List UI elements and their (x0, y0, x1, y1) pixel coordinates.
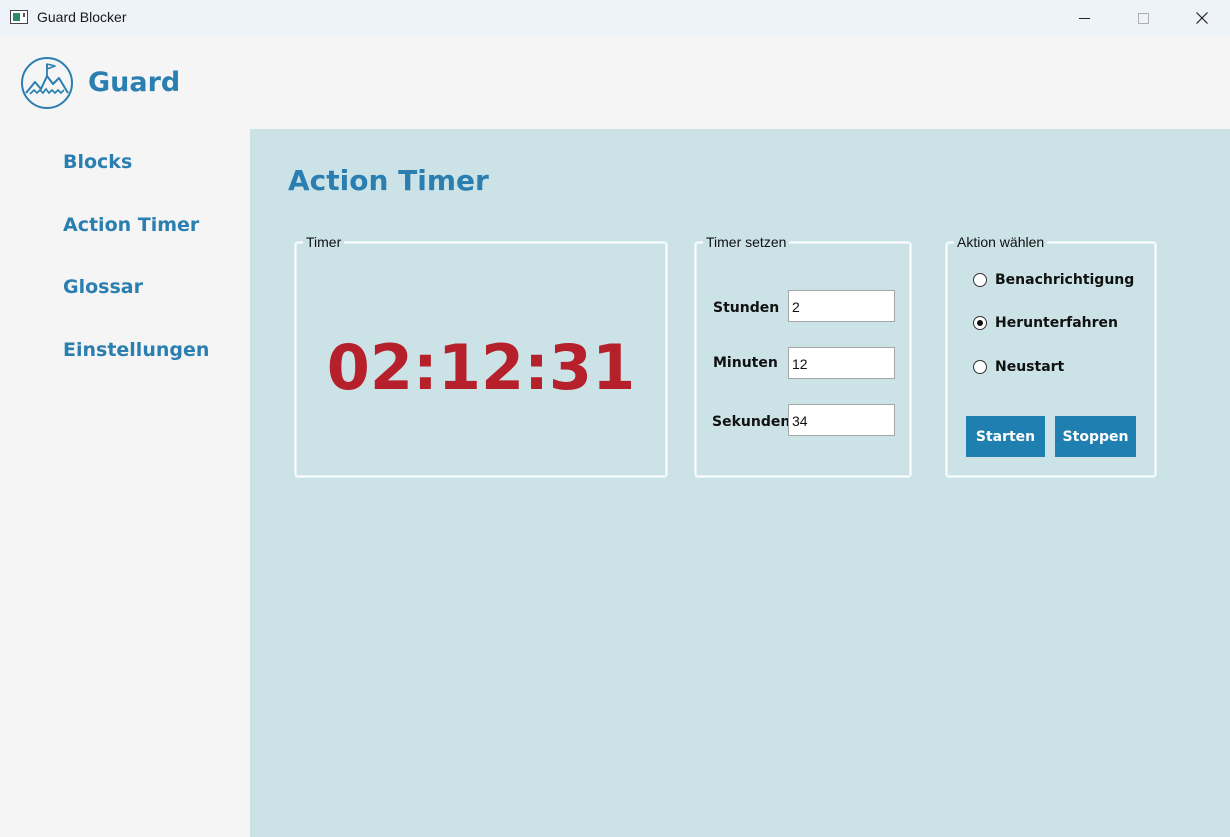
sidebar-item-action-timer[interactable]: Action Timer (63, 214, 199, 236)
start-button[interactable]: Starten (966, 416, 1045, 457)
radio-button[interactable] (973, 360, 987, 374)
action-group-label: Aktion wählen (954, 234, 1048, 250)
minutes-field[interactable] (788, 347, 895, 379)
title-bar: Guard Blocker (0, 0, 1230, 36)
app-icon (10, 10, 28, 24)
radio-button[interactable] (973, 273, 987, 287)
timer-set-group-label: Timer setzen (703, 234, 790, 250)
seconds-label: Sekunden (712, 414, 791, 430)
seconds-field[interactable] (788, 404, 895, 436)
stop-button[interactable]: Stoppen (1055, 416, 1136, 457)
radio-shutdown[interactable]: Herunterfahren (973, 315, 1118, 331)
close-icon (1196, 12, 1208, 24)
action-group: Aktion wählen Benachrichtigung Herunterf… (946, 234, 1156, 477)
brand-name: Guard (88, 67, 181, 98)
radio-notification-label: Benachrichtigung (995, 272, 1135, 288)
main-panel: Action Timer Timer 02:12:31 Timer setzen… (250, 129, 1230, 837)
minimize-button[interactable] (1055, 0, 1113, 36)
radio-shutdown-label: Herunterfahren (995, 315, 1119, 331)
close-button[interactable] (1173, 0, 1230, 36)
page-title: Action Timer (288, 164, 489, 197)
mountain-flag-logo (21, 57, 73, 109)
maximize-icon (1137, 12, 1149, 24)
window-title: Guard Blocker (37, 9, 127, 25)
sidebar-item-glossar[interactable]: Glossar (63, 276, 143, 298)
maximize-button[interactable] (1114, 0, 1172, 36)
countdown-display: 02:12:31 (326, 331, 636, 404)
hours-field[interactable] (788, 290, 895, 322)
sidebar-item-blocks[interactable]: Blocks (63, 151, 132, 173)
timer-group: Timer 02:12:31 (295, 234, 667, 477)
timer-group-label: Timer (303, 234, 345, 250)
radio-restart[interactable]: Neustart (973, 359, 1064, 375)
hours-label: Stunden (713, 300, 780, 316)
radio-notification[interactable]: Benachrichtigung (973, 272, 1134, 288)
radio-button-checked[interactable] (973, 316, 987, 330)
timer-set-group: Timer setzen Stunden Minuten Sekunden (695, 234, 911, 477)
minimize-icon (1078, 17, 1090, 19)
sidebar-item-einstellungen[interactable]: Einstellungen (63, 339, 209, 361)
radio-restart-label: Neustart (995, 359, 1065, 375)
minutes-label: Minuten (713, 355, 778, 371)
